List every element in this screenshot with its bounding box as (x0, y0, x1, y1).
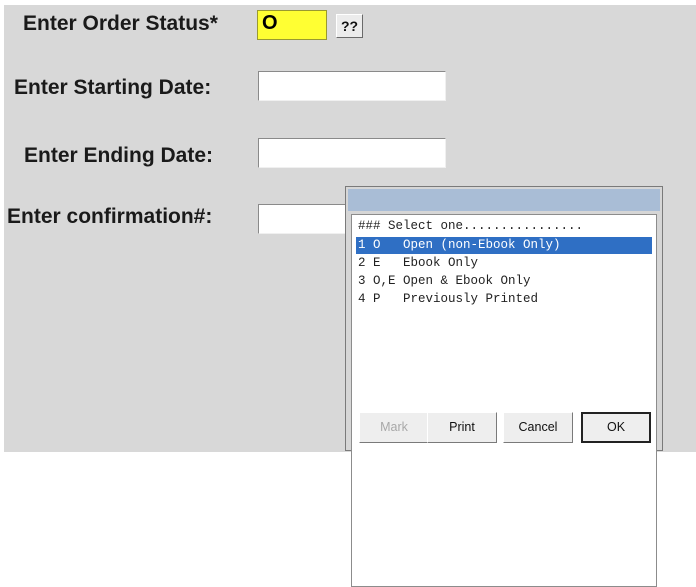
starting-date-field[interactable] (258, 71, 446, 101)
option-listbox[interactable]: ### Select one................ 1 O Open … (351, 214, 657, 587)
status-help-button[interactable]: ?? (336, 14, 363, 38)
popup-button-bar: Mark Print Cancel OK (351, 412, 657, 446)
ending-date-field[interactable] (258, 138, 446, 168)
order-status-label: Enter Order Status* (23, 12, 218, 35)
popup-titlebar[interactable] (348, 189, 660, 211)
option-open-non-ebook[interactable]: 1 O Open (non-Ebook Only) (356, 237, 652, 254)
print-button[interactable]: Print (427, 412, 497, 443)
select-one-popup: ### Select one................ 1 O Open … (345, 186, 663, 587)
order-status-field[interactable]: O (257, 10, 327, 40)
cancel-button[interactable]: Cancel (503, 412, 573, 443)
option-previously-printed[interactable]: 4 P Previously Printed (356, 291, 652, 308)
starting-date-label: Enter Starting Date: (14, 76, 212, 99)
option-ebook-only[interactable]: 2 E Ebook Only (356, 255, 652, 272)
list-header: ### Select one................ (358, 219, 584, 233)
confirmation-field[interactable] (258, 204, 358, 234)
ok-button[interactable]: OK (581, 412, 651, 443)
confirmation-label: Enter confirmation#: (7, 205, 213, 228)
option-open-and-ebook[interactable]: 3 O,E Open & Ebook Only (356, 273, 652, 290)
ending-date-label: Enter Ending Date: (24, 144, 214, 167)
mark-button[interactable]: Mark (359, 412, 429, 443)
